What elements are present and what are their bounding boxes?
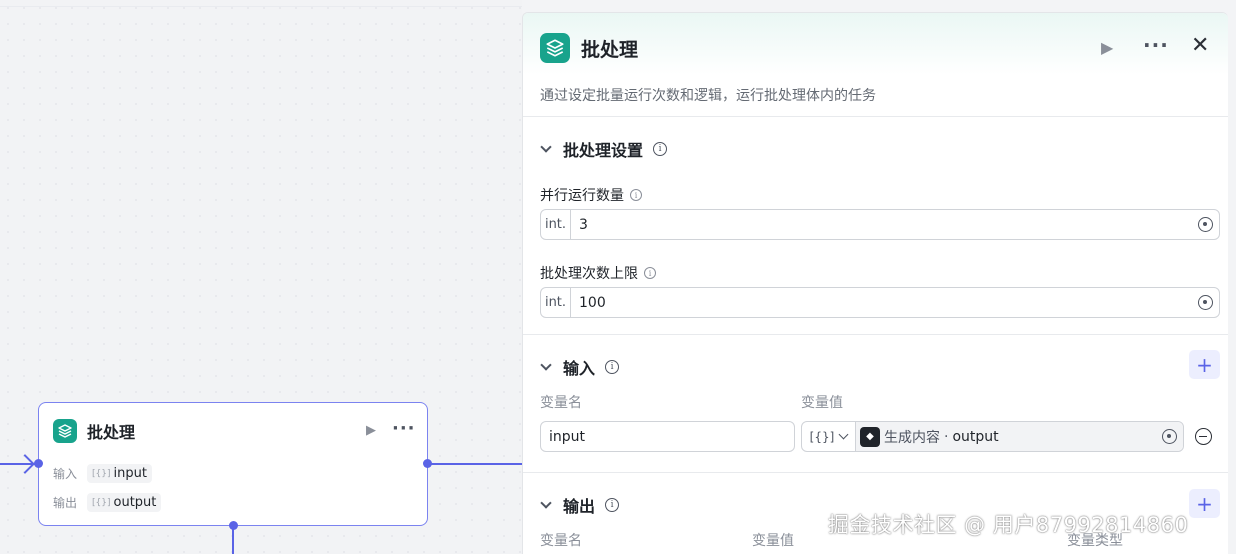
batch-node[interactable]: 批处理 ▶ ··· 输入 [{}] input 输出 [{}] output [38,402,428,526]
ref-variable: output [952,428,999,445]
chevron-down-icon [540,141,552,153]
input-var-value-field[interactable]: [{}] ◆ 生成内容 · output [801,421,1184,452]
input-col-value: 变量值 [801,395,843,411]
batch-limit-input[interactable]: int. 100 [540,287,1220,318]
node-title: 批处理 [87,423,136,442]
node-output-row: 输出 [{}] output [53,493,162,512]
variable-ref-icon[interactable] [1162,429,1177,444]
settings-section-header[interactable]: 批处理设置 i [540,137,668,161]
panel-header: 批处理 ▶ ··· ✕ 通过设定批量运行次数和逻辑，运行批处理体内的任务 [523,13,1228,117]
chevron-down-icon [540,359,552,371]
input-col-name: 变量名 [540,395,582,411]
type-int-badge: int. [541,288,571,317]
ref-source: 生成内容 [884,429,940,446]
node-output-tag: [{}] output [87,493,162,512]
run-icon[interactable]: ▶ [1101,38,1113,57]
output-col-value: 变量值 [752,533,794,549]
node-input-tag: [{}] input [87,464,152,483]
section-divider [523,334,1228,335]
input-heading: 输入 [563,359,596,378]
node-input-label: 输入 [53,467,78,481]
section-divider [523,472,1228,473]
output-col-name: 变量名 [540,533,582,549]
layers-icon [53,419,77,443]
parallel-count-value[interactable]: 3 [571,217,588,233]
watermark: 掘金技术社区 @ 用户87992814860 [828,513,1189,537]
parallel-count-input[interactable]: int. 3 [540,209,1220,240]
node-output-label: 输出 [53,496,78,510]
node-more-icon[interactable]: ··· [392,418,416,439]
input-section-header[interactable]: 输入 i [540,355,620,379]
node-body-port[interactable] [229,521,238,530]
input-var-name-field[interactable]: input [540,421,795,452]
variable-reference[interactable]: ◆ 生成内容 · output [856,422,1183,451]
node-input-row: 输入 [{}] input [53,464,152,483]
type-int-badge: int. [541,210,571,239]
chevron-down-icon [838,429,849,440]
bot-icon: ◆ [860,426,880,447]
info-icon[interactable]: i [630,189,642,201]
output-section-header[interactable]: 输出 i [540,493,620,517]
more-icon[interactable]: ··· [1143,33,1169,57]
settings-heading: 批处理设置 [563,141,644,160]
node-config-panel: 批处理 ▶ ··· ✕ 通过设定批量运行次数和逻辑，运行批处理体内的任务 批处理… [522,12,1228,554]
info-icon[interactable]: i [605,360,620,374]
limit-label: 批处理次数上限 i [540,263,656,283]
node-output-port[interactable] [423,459,432,468]
array-icon: [{}] [92,497,111,508]
parallel-label: 并行运行数量 i [540,185,642,205]
add-input-button[interactable]: + [1189,350,1220,379]
layers-icon [540,33,570,63]
ref-separator: · [944,428,949,445]
chevron-down-icon [540,497,552,509]
add-output-button[interactable]: + [1189,489,1220,518]
node-run-icon[interactable]: ▶ [366,423,376,438]
variable-ref-icon[interactable] [1198,217,1213,232]
batch-limit-value[interactable]: 100 [571,295,606,311]
panel-description: 通过设定批量运行次数和逻辑，运行批处理体内的任务 [540,88,876,104]
remove-input-icon[interactable] [1195,428,1212,445]
variable-ref-icon[interactable] [1198,295,1213,310]
info-icon[interactable]: i [605,498,620,512]
output-heading: 输出 [563,497,596,516]
outgoing-edge [428,463,522,465]
close-icon[interactable]: ✕ [1191,33,1209,58]
info-icon[interactable]: i [653,142,668,156]
canvas-divider [0,6,522,7]
type-select[interactable]: [{}] [802,422,856,451]
array-icon: [{}] [92,468,111,479]
info-icon[interactable]: i [644,267,656,279]
node-input-port[interactable] [34,459,43,468]
panel-title: 批处理 [581,39,639,61]
